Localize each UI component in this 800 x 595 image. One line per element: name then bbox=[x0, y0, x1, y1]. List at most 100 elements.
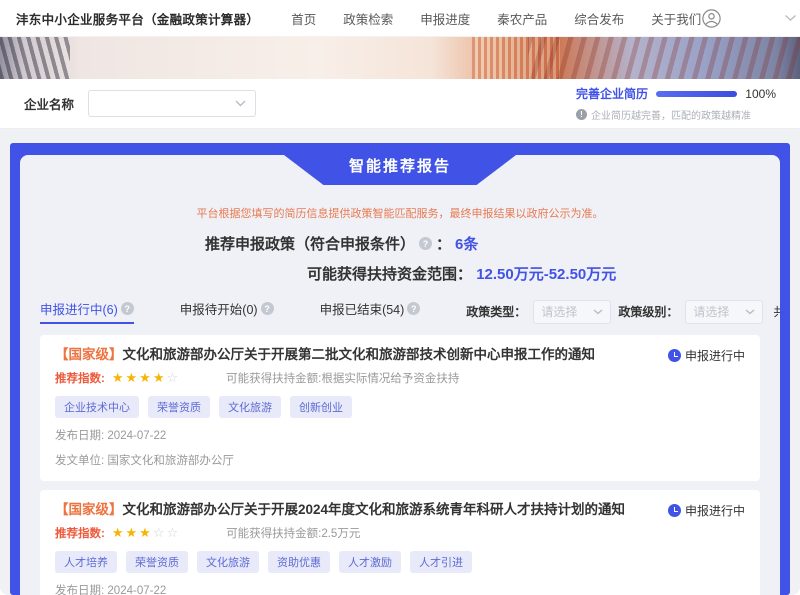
issuer-value: 国家文化和旅游部办公厅 bbox=[107, 455, 234, 467]
info-icon bbox=[576, 109, 587, 120]
star-empty-icon: ☆ bbox=[153, 525, 167, 541]
star-filled-icon: ★ bbox=[126, 370, 140, 386]
panel-title-ribbon: 智能推荐报告 bbox=[284, 155, 516, 185]
main-nav: 首页 政策检索 申报进度 秦农产品 综合发布 关于我们 bbox=[291, 9, 701, 28]
policy-level-badge: 【国家级】 bbox=[55, 347, 123, 362]
tab-label: 申报已结束(54) bbox=[320, 299, 405, 318]
policy-status: 申报进行中 bbox=[668, 346, 745, 364]
policy-title-text: 文化和旅游部办公厅关于开展第二批文化和旅游部技术创新中心申报工作的通知 bbox=[123, 347, 596, 362]
policy-tag[interactable]: 人才培养 bbox=[55, 551, 117, 573]
banner-building-right bbox=[528, 37, 800, 79]
question-icon[interactable] bbox=[407, 302, 420, 315]
policy-level-badge: 【国家级】 bbox=[55, 502, 123, 517]
star-filled-icon: ★ bbox=[126, 525, 140, 541]
star-empty-icon: ☆ bbox=[166, 525, 180, 541]
chevron-down-icon[interactable] bbox=[784, 14, 797, 22]
policy-title[interactable]: 【国家级】文化和旅游部办公厅关于开展2024年度文化和旅游系统青年科研人才扶持计… bbox=[55, 501, 637, 519]
nav-item-home[interactable]: 首页 bbox=[291, 9, 316, 28]
tab-ended[interactable]: 申报已结束(54) bbox=[320, 299, 421, 324]
policy-tag[interactable]: 荣誉资质 bbox=[126, 551, 188, 573]
smart-report-panel: 智能推荐报告 平台根据您填写的简历信息提供政策智能匹配服务，最终申报结果以政府公… bbox=[10, 143, 790, 595]
star-filled-icon: ★ bbox=[153, 370, 167, 386]
policy-card[interactable]: 【国家级】文化和旅游部办公厅关于开展第二批文化和旅游部技术创新中心申报工作的通知… bbox=[40, 335, 760, 481]
policy-tag[interactable]: 资助优惠 bbox=[268, 551, 330, 573]
tab-label: 申报待开始(0) bbox=[180, 299, 258, 318]
profile-progress-percent: 100% bbox=[745, 87, 776, 101]
policy-tag[interactable]: 人才引进 bbox=[410, 551, 472, 573]
clock-icon bbox=[668, 504, 681, 517]
company-profile-progress: 完善企业简历 100% 企业简历越完善，匹配的政策越精准 bbox=[576, 85, 776, 122]
smart-report-body: 智能推荐报告 平台根据您填写的简历信息提供政策智能匹配服务，最终申报结果以政府公… bbox=[20, 155, 780, 595]
star-filled-icon: ★ bbox=[139, 525, 153, 541]
question-icon[interactable] bbox=[419, 237, 432, 250]
issuer-row: 发文单位: 国家文化和旅游部办公厅 bbox=[55, 452, 745, 468]
fund-range-label: 可能获得扶持资金范围： bbox=[307, 266, 472, 283]
issuer-label: 发文单位: bbox=[55, 455, 104, 467]
tab-not-started[interactable]: 申报待开始(0) bbox=[180, 299, 274, 324]
policy-status-text: 申报进行中 bbox=[685, 502, 745, 519]
policy-type-select[interactable]: 请选择 bbox=[533, 300, 611, 324]
fund-range-line: 可能获得扶持资金范围： 12.50万元-52.50万元 bbox=[307, 263, 616, 284]
select-placeholder: 请选择 bbox=[541, 303, 577, 320]
nav-item-policy-search[interactable]: 政策检索 bbox=[343, 9, 393, 28]
star-empty-icon: ☆ bbox=[166, 370, 180, 386]
question-icon[interactable] bbox=[261, 302, 274, 315]
publish-date-row: 发布日期: 2024-07-22 bbox=[55, 582, 745, 595]
question-icon[interactable] bbox=[121, 302, 134, 315]
policy-tag[interactable]: 创新创业 bbox=[290, 396, 352, 418]
brand-title: 沣东中小企业服务平台（金融政策计算器） bbox=[16, 9, 259, 28]
policy-tags: 人才培养 荣誉资质 文化旅游 资助优惠 人才激励 人才引进 bbox=[55, 551, 745, 573]
policy-tag[interactable]: 企业技术中心 bbox=[55, 396, 139, 418]
policy-count-colon: ： bbox=[436, 233, 451, 254]
policy-title[interactable]: 【国家级】文化和旅游部办公厅关于开展第二批文化和旅游部技术创新中心申报工作的通知 bbox=[55, 346, 607, 364]
policy-count-line: 推荐申报政策（符合申报条件） ： 6条 bbox=[205, 233, 478, 254]
policy-count-label: 推荐申报政策（符合申报条件） bbox=[205, 233, 415, 254]
policy-tag[interactable]: 文化旅游 bbox=[219, 396, 281, 418]
company-toolbar: 企业名称 完善企业简历 100% 企业简历越完善，匹配的政策越精准 bbox=[0, 79, 800, 129]
user-avatar-icon[interactable] bbox=[701, 8, 722, 29]
recommend-index-label: 推荐指数: bbox=[55, 525, 105, 541]
nav-item-about-us[interactable]: 关于我们 bbox=[651, 9, 701, 28]
clock-icon bbox=[668, 349, 681, 362]
star-filled-icon: ★ bbox=[112, 370, 126, 386]
tabs-and-filters-row: 申报进行中(6) 申报待开始(0) 申报已结束(54) 政策类型： 请选择 bbox=[40, 299, 760, 324]
filters: 政策类型： 请选择 政策级别： 请选择 共6条政策 bbox=[466, 300, 780, 324]
tab-in-progress[interactable]: 申报进行中(6) bbox=[40, 299, 134, 324]
publish-date-row: 发布日期: 2024-07-22 bbox=[55, 427, 745, 443]
total-prefix: 共 bbox=[773, 305, 780, 319]
policy-level-select[interactable]: 请选择 bbox=[685, 300, 763, 324]
select-placeholder: 请选择 bbox=[693, 303, 729, 320]
profile-progress-label[interactable]: 完善企业简历 bbox=[576, 85, 648, 102]
company-name-label: 企业名称 bbox=[24, 94, 74, 113]
nav-item-declare-progress[interactable]: 申报进度 bbox=[420, 9, 470, 28]
nav-item-comprehensive-release[interactable]: 综合发布 bbox=[574, 9, 624, 28]
publish-date-value: 2024-07-22 bbox=[107, 585, 166, 595]
star-rating: ★★★☆☆ bbox=[112, 525, 180, 541]
publish-date-label: 发布日期: bbox=[55, 585, 104, 595]
total-policy-count: 共6条政策 bbox=[773, 303, 780, 320]
policy-tag[interactable]: 荣誉资质 bbox=[148, 396, 210, 418]
hero-banner-image bbox=[0, 37, 800, 79]
policy-level-label: 政策级别： bbox=[618, 303, 678, 320]
policy-count-value: 6条 bbox=[455, 233, 478, 254]
profile-progress-bar bbox=[656, 91, 737, 97]
policy-card-list: 【国家级】文化和旅游部办公厅关于开展第二批文化和旅游部技术创新中心申报工作的通知… bbox=[40, 335, 760, 595]
policy-tag[interactable]: 文化旅游 bbox=[197, 551, 259, 573]
star-rating: ★★★★☆ bbox=[112, 370, 180, 386]
fund-amount-value: 根据实际情况给予资金扶持 bbox=[321, 370, 459, 386]
policy-title-text: 文化和旅游部办公厅关于开展2024年度文化和旅游系统青年科研人才扶持计划的通知 bbox=[123, 502, 626, 517]
banner-building-left bbox=[0, 37, 70, 79]
fund-amount-label: 可能获得扶持金额: bbox=[226, 370, 321, 386]
tab-label: 申报进行中(6) bbox=[40, 299, 118, 318]
company-name-select[interactable] bbox=[88, 90, 256, 117]
policy-card[interactable]: 【国家级】文化和旅游部办公厅关于开展2024年度文化和旅游系统青年科研人才扶持计… bbox=[40, 490, 760, 595]
policy-tag[interactable]: 人才激励 bbox=[339, 551, 401, 573]
publish-date-label: 发布日期: bbox=[55, 430, 104, 442]
fund-range-value: 12.50万元-52.50万元 bbox=[476, 266, 616, 283]
navbar-right bbox=[701, 8, 800, 29]
panel-title: 智能推荐报告 bbox=[349, 155, 451, 179]
policy-type-label: 政策类型： bbox=[466, 303, 526, 320]
nav-item-qin-nong-products[interactable]: 秦农产品 bbox=[497, 9, 547, 28]
publish-date-value: 2024-07-22 bbox=[107, 430, 166, 442]
profile-hint-text: 企业简历越完善，匹配的政策越精准 bbox=[591, 107, 751, 122]
